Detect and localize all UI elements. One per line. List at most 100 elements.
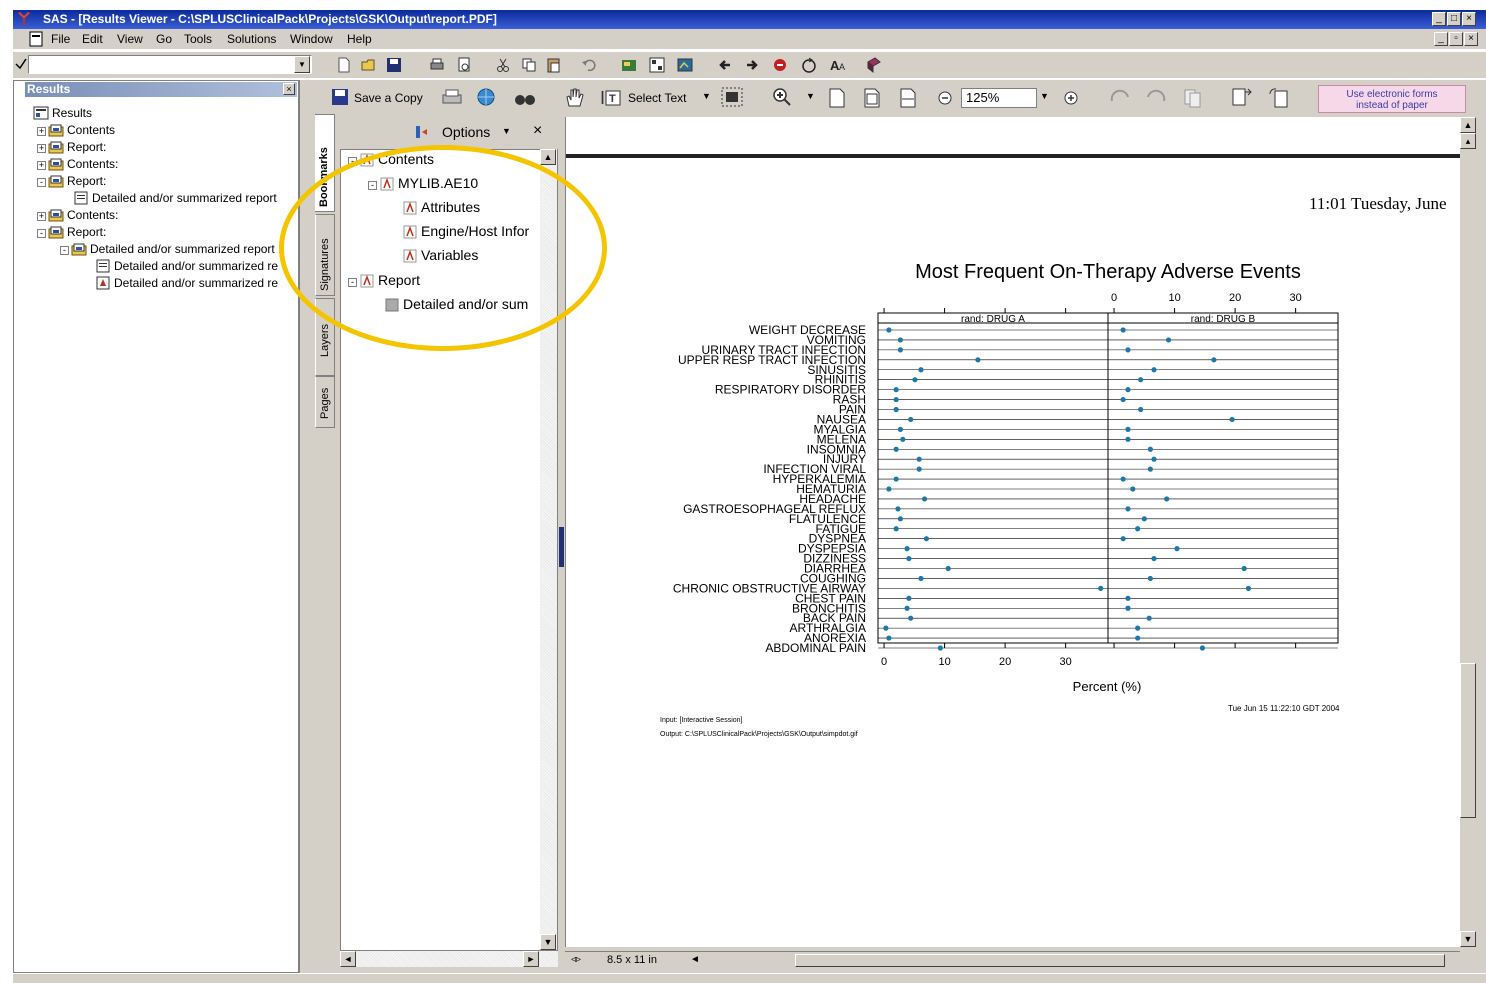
- zoom-out-icon[interactable]: [937, 90, 953, 106]
- select-text-icon[interactable]: IT: [600, 87, 624, 109]
- expander-icon[interactable]: +: [37, 127, 46, 136]
- data-point: [1120, 476, 1126, 482]
- cut-icon[interactable]: [494, 56, 512, 74]
- menu-tools[interactable]: Tools: [184, 32, 212, 46]
- search-binoculars-icon[interactable]: [513, 88, 537, 108]
- save-copy-button[interactable]: Save a Copy: [354, 91, 423, 105]
- undo-icon[interactable]: [580, 56, 598, 74]
- child-minimize-button[interactable]: _: [1434, 32, 1448, 46]
- close-button[interactable]: ×: [1462, 12, 1476, 26]
- child-restore-button[interactable]: ▫: [1449, 32, 1463, 46]
- results-tree-item[interactable]: + Contents:: [37, 208, 118, 222]
- fit-width-icon[interactable]: [898, 87, 918, 109]
- page-scroll-up2[interactable]: ▴: [1460, 133, 1476, 149]
- results-tree-item[interactable]: Detailed and/or summarized re: [82, 259, 278, 273]
- explorer-icon[interactable]: [620, 56, 638, 74]
- command-input[interactable]: [28, 55, 312, 74]
- rotate-right-icon[interactable]: [1144, 87, 1168, 109]
- save-icon[interactable]: [385, 56, 403, 74]
- back-icon[interactable]: [716, 56, 734, 74]
- minimize-button[interactable]: _: [1432, 12, 1446, 26]
- menu-go[interactable]: Go: [156, 32, 172, 46]
- tree-root-results[interactable]: Results: [33, 106, 92, 120]
- stop-icon[interactable]: [771, 56, 789, 74]
- rotate-left-icon[interactable]: [1108, 87, 1132, 109]
- zoom-level-input[interactable]: 125%: [961, 88, 1037, 108]
- child-close-button[interactable]: ×: [1464, 32, 1478, 46]
- select-text-button[interactable]: Select Text: [628, 91, 686, 105]
- menu-window[interactable]: Window: [290, 32, 333, 46]
- expander-icon[interactable]: +: [37, 212, 46, 221]
- open-icon[interactable]: [360, 56, 378, 74]
- expander-icon[interactable]: -: [37, 178, 46, 187]
- results-tree-item[interactable]: Detailed and/or summarized report: [60, 191, 277, 205]
- bookmarks-scroll-left[interactable]: ◄: [340, 951, 356, 967]
- results-icon[interactable]: [648, 56, 666, 74]
- results-tree-item[interactable]: + Contents: [37, 123, 115, 137]
- page-scroll-up[interactable]: ▲: [1460, 117, 1476, 133]
- results-tree-item[interactable]: - Report:: [37, 225, 106, 239]
- print-icon[interactable]: [428, 56, 446, 74]
- navigation-icon[interactable]: ◃▹: [571, 954, 581, 965]
- tab-pages[interactable]: Pages: [315, 376, 335, 428]
- save-copy-icon[interactable]: [331, 88, 349, 106]
- bookmarks-close-icon[interactable]: ×: [533, 122, 542, 140]
- bookmarks-scroll-down[interactable]: ▼: [540, 934, 556, 950]
- bookmarks-scroll-up[interactable]: ▲: [540, 149, 556, 165]
- command-dropdown-button[interactable]: ▼: [294, 56, 310, 73]
- actual-size-icon[interactable]: [827, 87, 847, 109]
- new-icon[interactable]: [335, 56, 353, 74]
- help-book-icon[interactable]: [865, 56, 883, 74]
- acrobat-print-icon[interactable]: [441, 87, 463, 107]
- hand-tool-icon[interactable]: [563, 86, 585, 108]
- page-vscrollbar[interactable]: ▲ ▴ ▼: [1460, 117, 1476, 947]
- zoom-in-icon[interactable]: [771, 86, 793, 108]
- options-dropdown-icon[interactable]: ▼: [502, 126, 511, 136]
- fit-page-icon[interactable]: [862, 87, 882, 109]
- electronic-forms-banner[interactable]: Use electronic forms instead of paper: [1318, 85, 1466, 113]
- snapshot-tool-icon[interactable]: [720, 86, 744, 108]
- menu-file[interactable]: File: [51, 32, 70, 46]
- options-icon[interactable]: [414, 124, 430, 140]
- results-tree-item[interactable]: - Detailed and/or summarized report: [60, 242, 275, 256]
- page-scroll-thumb[interactable]: [1460, 663, 1476, 818]
- menu-help[interactable]: Help: [347, 32, 372, 46]
- select-text-dropdown-icon[interactable]: ▼: [702, 91, 711, 101]
- menu-edit[interactable]: Edit: [82, 32, 103, 46]
- expander-icon[interactable]: +: [37, 144, 46, 153]
- results-pane-close-button[interactable]: ×: [283, 83, 295, 95]
- menu-solutions[interactable]: Solutions: [227, 32, 276, 46]
- zoom-level-dropdown-icon[interactable]: ▼: [1040, 91, 1049, 101]
- page-layout-icon[interactable]: [1230, 86, 1254, 110]
- results-tree-item[interactable]: Detailed and/or summarized re: [82, 276, 278, 290]
- expander-icon[interactable]: -: [60, 246, 69, 255]
- bookmarks-hscrollbar[interactable]: ◄ ►: [340, 950, 558, 967]
- email-globe-icon[interactable]: [475, 86, 499, 108]
- expander-icon[interactable]: +: [37, 161, 46, 170]
- checkmark-icon[interactable]: [14, 54, 28, 74]
- copy-page-icon[interactable]: [1182, 87, 1204, 109]
- print-preview-icon[interactable]: [455, 56, 473, 74]
- page-hscroll-thumb[interactable]: [795, 954, 1445, 967]
- bookmarks-options-button[interactable]: Options: [442, 124, 490, 140]
- font-icon[interactable]: AA: [829, 56, 847, 74]
- output-icon[interactable]: [676, 56, 694, 74]
- results-tree-item[interactable]: + Contents:: [37, 157, 118, 171]
- document-icon[interactable]: [28, 31, 44, 47]
- copy-icon[interactable]: [520, 56, 538, 74]
- menu-view[interactable]: View: [117, 32, 143, 46]
- results-tree-item[interactable]: + Report:: [37, 140, 106, 154]
- zoom-plus-icon[interactable]: [1063, 90, 1079, 106]
- bookmarks-scroll-right[interactable]: ►: [523, 951, 539, 967]
- page-rotate-icon[interactable]: [1267, 86, 1291, 110]
- paste-icon[interactable]: [545, 56, 563, 74]
- maximize-button[interactable]: □: [1447, 12, 1461, 26]
- data-point: [893, 526, 899, 532]
- forward-icon[interactable]: [743, 56, 761, 74]
- refresh-icon[interactable]: [800, 56, 818, 74]
- status-scroll-left[interactable]: ◄: [690, 954, 700, 965]
- expander-icon[interactable]: -: [37, 229, 46, 238]
- zoom-dropdown-icon[interactable]: ▼: [806, 91, 815, 101]
- page-scroll-down[interactable]: ▼: [1460, 931, 1476, 947]
- results-tree-item[interactable]: - Report:: [37, 174, 106, 188]
